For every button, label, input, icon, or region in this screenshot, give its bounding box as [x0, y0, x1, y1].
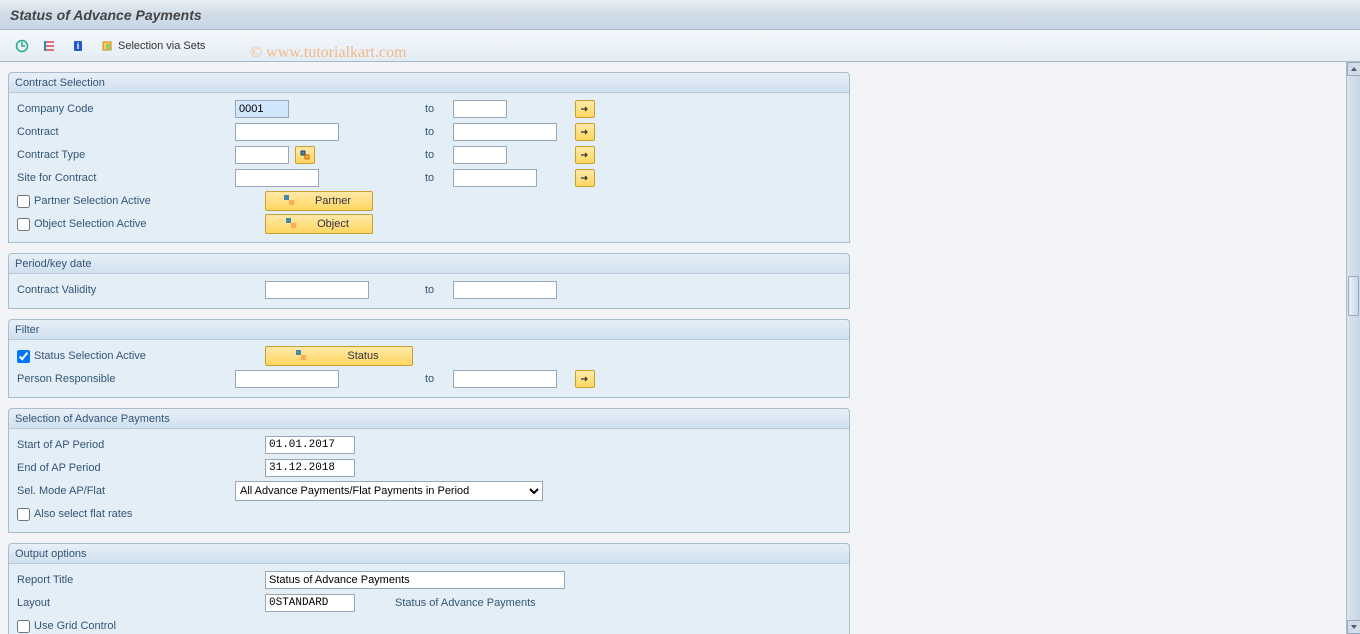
- contract-type-label: Contract Type: [15, 149, 235, 161]
- end-ap-input[interactable]: [265, 459, 355, 477]
- object-selection-checkbox[interactable]: Object Selection Active: [15, 218, 235, 231]
- toolbar: i Selection via Sets: [0, 30, 1360, 62]
- to-label: to: [423, 126, 453, 138]
- contract-type-multiple-icon[interactable]: [575, 146, 595, 164]
- company-code-label: Company Code: [15, 103, 235, 115]
- company-code-to-input[interactable]: [453, 100, 507, 118]
- site-label: Site for Contract: [15, 172, 235, 184]
- info-icon[interactable]: i: [66, 36, 90, 56]
- group-output: Output options Report Title Layout Statu…: [8, 543, 850, 634]
- company-code-from-input[interactable]: [235, 100, 289, 118]
- group-period: Period/key date Contract Validity to: [8, 253, 850, 309]
- group-contract-selection: Contract Selection Company Code to Contr…: [8, 72, 850, 243]
- person-to-input[interactable]: [453, 370, 557, 388]
- person-from-input[interactable]: [235, 370, 339, 388]
- contract-validity-label: Contract Validity: [15, 284, 235, 296]
- contract-multiple-icon[interactable]: [575, 123, 595, 141]
- to-label: to: [423, 373, 453, 385]
- selection-via-sets-button[interactable]: Selection via Sets: [94, 36, 212, 56]
- sel-mode-combo[interactable]: All Advance Payments/Flat Payments in Pe…: [235, 481, 543, 501]
- select-all-icon[interactable]: [38, 36, 62, 56]
- site-from-input[interactable]: [235, 169, 319, 187]
- start-ap-label: Start of AP Period: [15, 439, 235, 451]
- group-title: Output options: [9, 544, 849, 564]
- contract-label: Contract: [15, 126, 235, 138]
- site-multiple-icon[interactable]: [575, 169, 595, 187]
- execute-icon[interactable]: [10, 36, 34, 56]
- svg-text:i: i: [77, 41, 80, 51]
- group-title: Selection of Advance Payments: [9, 409, 849, 429]
- person-responsible-label: Person Responsible: [15, 373, 235, 385]
- status-selection-checkbox[interactable]: Status Selection Active: [15, 350, 235, 363]
- group-filter: Filter Status Selection Active Status Pe…: [8, 319, 850, 398]
- scroll-track[interactable]: [1347, 76, 1360, 620]
- contract-type-to-input[interactable]: [453, 146, 507, 164]
- layout-label: Layout: [15, 597, 235, 609]
- scroll-thumb[interactable]: [1348, 276, 1359, 316]
- layout-input[interactable]: [265, 594, 355, 612]
- validity-from-input[interactable]: [265, 281, 369, 299]
- object-button[interactable]: Object: [265, 214, 373, 234]
- layout-desc: Status of Advance Payments: [395, 597, 536, 609]
- partner-button[interactable]: Partner: [265, 191, 373, 211]
- person-multiple-icon[interactable]: [575, 370, 595, 388]
- status-button[interactable]: Status: [265, 346, 413, 366]
- scroll-up-icon[interactable]: [1347, 62, 1360, 76]
- report-title-input[interactable]: [265, 571, 565, 589]
- to-label: to: [423, 172, 453, 184]
- flat-rates-checkbox[interactable]: Also select flat rates: [15, 508, 235, 521]
- contract-type-helper-icon[interactable]: [295, 146, 315, 164]
- group-advance: Selection of Advance Payments Start of A…: [8, 408, 850, 533]
- scroll-down-icon[interactable]: [1347, 620, 1360, 634]
- to-label: to: [423, 284, 453, 296]
- group-title: Contract Selection: [9, 73, 849, 93]
- company-code-multiple-icon[interactable]: [575, 100, 595, 118]
- sel-mode-label: Sel. Mode AP/Flat: [15, 485, 235, 497]
- vertical-scrollbar[interactable]: [1346, 62, 1360, 634]
- content-area: Contract Selection Company Code to Contr…: [0, 64, 1346, 634]
- title-bar: Status of Advance Payments: [0, 0, 1360, 30]
- page-title: Status of Advance Payments: [10, 7, 202, 23]
- end-ap-label: End of AP Period: [15, 462, 235, 474]
- contract-from-input[interactable]: [235, 123, 339, 141]
- site-to-input[interactable]: [453, 169, 537, 187]
- start-ap-input[interactable]: [265, 436, 355, 454]
- group-title: Filter: [9, 320, 849, 340]
- to-label: to: [423, 149, 453, 161]
- contract-type-from-input[interactable]: [235, 146, 289, 164]
- partner-selection-checkbox[interactable]: Partner Selection Active: [15, 195, 235, 208]
- report-title-label: Report Title: [15, 574, 235, 586]
- to-label: to: [423, 103, 453, 115]
- group-title: Period/key date: [9, 254, 849, 274]
- validity-to-input[interactable]: [453, 281, 557, 299]
- grid-control-checkbox[interactable]: Use Grid Control: [15, 620, 235, 633]
- contract-to-input[interactable]: [453, 123, 557, 141]
